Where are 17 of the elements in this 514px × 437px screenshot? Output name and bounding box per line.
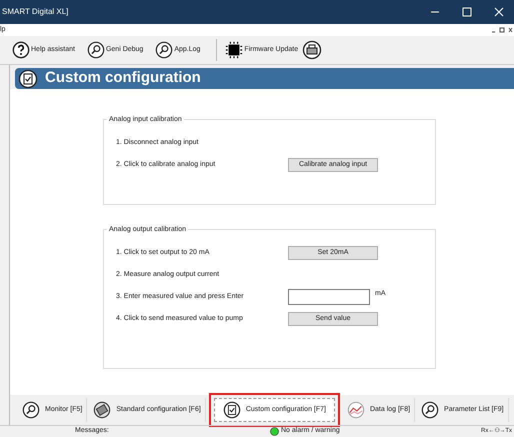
window-title: SMART Digital XL] [1, 6, 70, 18]
value-field[interactable] [288, 289, 370, 305]
gear-icon [93, 401, 112, 419]
window-controls-icon[interactable] [491, 27, 513, 33]
close-icon[interactable] [494, 7, 504, 17]
page-title: Custom configuration [45, 68, 201, 88]
search-icon [86, 41, 105, 59]
search-icon [22, 401, 40, 419]
checklist-icon [222, 401, 241, 419]
printer-icon[interactable] [302, 40, 322, 60]
maximize-icon[interactable] [462, 7, 472, 17]
chart-icon [346, 401, 365, 419]
search-icon [155, 41, 174, 59]
status-dot-icon [270, 427, 279, 436]
search-icon [421, 401, 440, 419]
help-icon [12, 41, 30, 59]
chip-icon [225, 41, 244, 59]
